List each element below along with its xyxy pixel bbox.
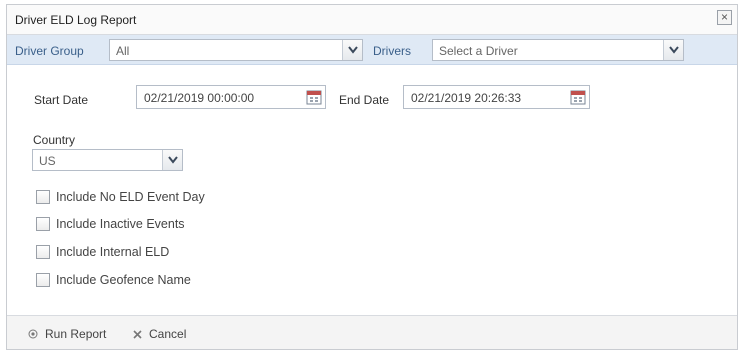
cancel-label: Cancel [149,327,187,341]
run-report-button[interactable]: Run Report [27,327,106,341]
calendar-icon[interactable] [569,88,587,106]
report-dialog: Driver ELD Log Report × Driver Group All… [6,4,738,350]
drivers-select[interactable]: Select a Driver [432,39,684,61]
filter-bar: Driver Group All Drivers Select a Driver [7,35,737,65]
cancel-icon [131,328,143,340]
start-date-input[interactable]: 02/21/2019 00:00:00 [136,85,326,109]
drivers-placeholder: Select a Driver [439,44,518,58]
chevron-down-icon[interactable] [663,40,683,60]
checkbox[interactable] [36,190,50,204]
chevron-down-icon[interactable] [342,40,362,60]
dialog-title: Driver ELD Log Report [15,13,137,27]
checkbox[interactable] [36,245,50,259]
close-icon[interactable]: × [717,10,732,25]
option-label: Include Inactive Events [56,217,185,231]
calendar-icon[interactable] [305,88,323,106]
dialog-footer: Run Report Cancel [7,315,737,349]
checkbox[interactable] [36,217,50,231]
country-select[interactable]: US [32,149,183,171]
driver-group-value: All [116,44,130,58]
option-label: Include Geofence Name [56,273,191,287]
drivers-label: Drivers [373,44,411,58]
run-report-label: Run Report [45,327,107,341]
driver-group-select[interactable]: All [109,39,363,61]
option-label: Include Internal ELD [56,245,170,259]
run-icon [27,328,39,340]
cancel-button[interactable]: Cancel [131,327,186,341]
option-geofence-name[interactable]: Include Geofence Name [36,272,191,288]
driver-group-label: Driver Group [15,44,84,58]
chevron-down-icon[interactable] [162,150,182,170]
option-label: Include No ELD Event Day [56,190,205,204]
start-date-label: Start Date [34,93,89,107]
end-date-input[interactable]: 02/21/2019 20:26:33 [403,85,590,109]
end-date-value: 02/21/2019 20:26:33 [411,91,522,105]
option-inactive-events[interactable]: Include Inactive Events [36,216,185,232]
start-date-value: 02/21/2019 00:00:00 [144,91,255,105]
end-date-label: End Date [339,93,390,107]
option-internal-eld[interactable]: Include Internal ELD [36,244,169,260]
option-no-eld-event-day[interactable]: Include No ELD Event Day [36,189,205,205]
country-value: US [39,154,56,168]
dialog-titlebar: Driver ELD Log Report × [7,5,737,35]
checkbox[interactable] [36,273,50,287]
country-label: Country [33,133,76,147]
